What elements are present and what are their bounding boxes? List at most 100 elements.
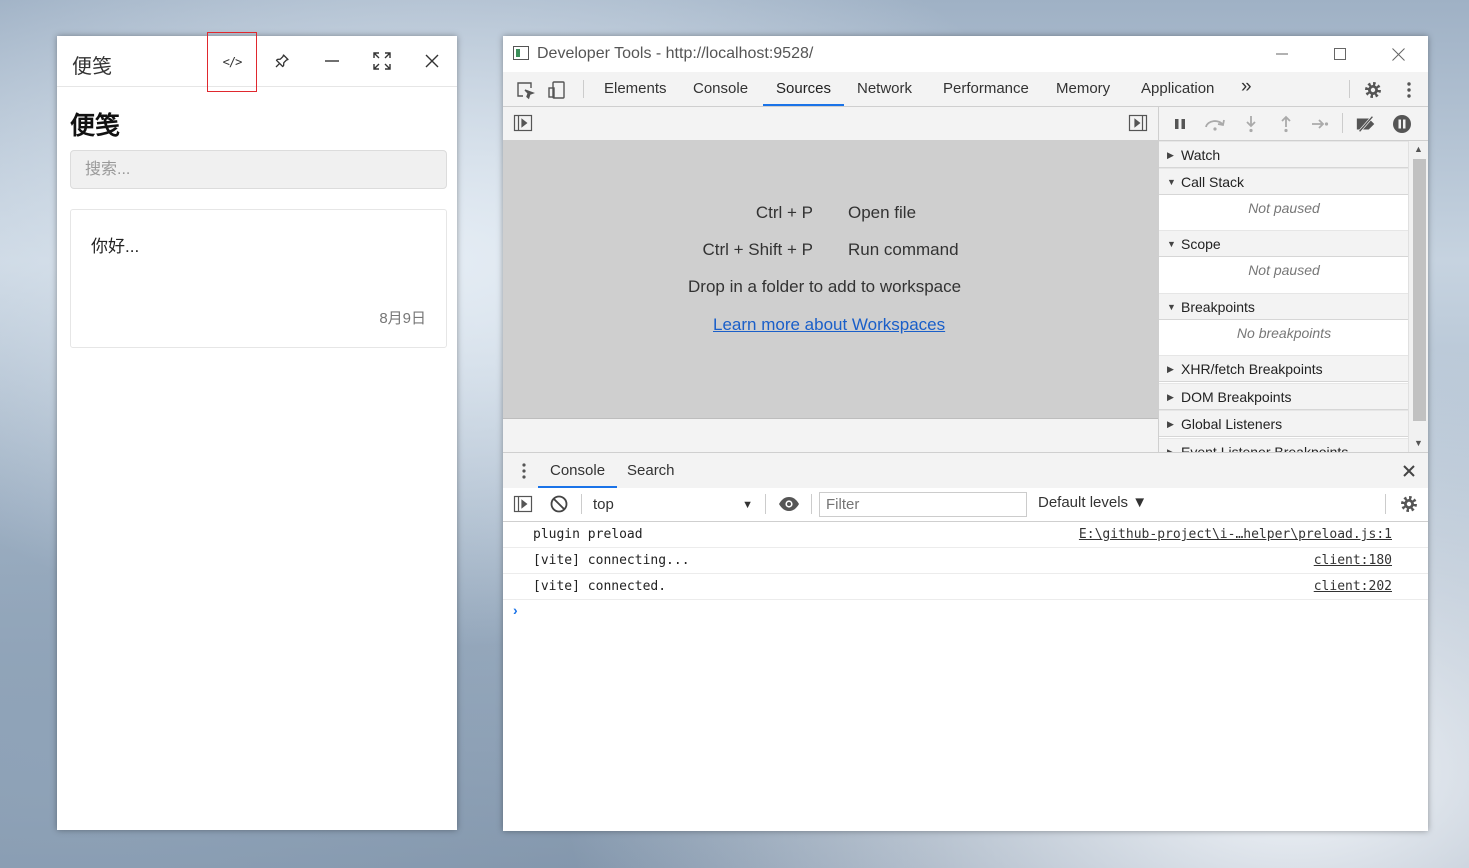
live-expression-eye-icon[interactable]	[778, 494, 799, 514]
step-icon[interactable]	[1309, 113, 1331, 135]
context-select[interactable]: top ▼	[593, 493, 753, 517]
devtools-window-title: Developer Tools - http://localhost:9528/	[537, 45, 814, 62]
toolbar-divider	[1349, 80, 1350, 98]
section-label: Watch	[1181, 147, 1221, 163]
xhr-breakpoints-section-header[interactable]: ▶ XHR/fetch Breakpoints	[1159, 355, 1409, 382]
fullscreen-button[interactable]	[357, 36, 407, 86]
window-minimize-button[interactable]	[1253, 36, 1311, 72]
note-card[interactable]: 你好... 8月9日	[70, 209, 447, 348]
pin-icon	[274, 53, 290, 69]
console-prompt-icon[interactable]: ›	[513, 602, 518, 618]
console-message: [vite] connecting... client:180	[503, 548, 1428, 574]
log-levels-dropdown[interactable]: Default levels ▼	[1038, 494, 1147, 511]
section-label: Call Stack	[1181, 174, 1245, 190]
console-settings-gear-icon[interactable]	[1399, 494, 1419, 514]
tab-memory[interactable]: Memory	[1056, 72, 1110, 106]
code-icon: </>	[222, 55, 243, 69]
drawer-tab-search[interactable]: Search	[627, 453, 675, 488]
console-filter-input[interactable]	[819, 492, 1027, 517]
pause-icon[interactable]	[1169, 113, 1191, 135]
learn-workspaces-link[interactable]: Learn more about Workspaces	[713, 315, 945, 335]
tab-network[interactable]: Network	[857, 72, 912, 106]
notes-window: 便笺 </> 便笺 你好... 8月9日	[57, 32, 457, 830]
deactivate-breakpoints-icon[interactable]	[1355, 113, 1377, 135]
step-into-icon[interactable]	[1240, 113, 1262, 135]
minimize-button[interactable]	[307, 36, 357, 86]
close-icon	[1391, 47, 1405, 61]
tab-console[interactable]: Console	[693, 72, 748, 106]
pin-button[interactable]	[257, 36, 307, 86]
close-button[interactable]	[407, 36, 457, 86]
close-drawer-icon[interactable]	[1399, 461, 1419, 481]
devtools-toggle-button[interactable]: </>	[207, 32, 257, 92]
log-source-link[interactable]: client:202	[1314, 579, 1392, 594]
scope-status: Not paused	[1248, 262, 1320, 278]
drawer-tabbar: Console Search	[503, 452, 1428, 489]
shortcut-keys: Ctrl + P	[755, 203, 813, 222]
scope-section-header[interactable]: ▼ Scope	[1159, 230, 1409, 257]
clear-console-icon[interactable]	[549, 494, 569, 514]
section-label: Event Listener Breakpoints	[1181, 444, 1349, 452]
debugger-toolbar	[1158, 107, 1428, 141]
window-close-button[interactable]	[1369, 36, 1427, 72]
show-console-sidebar-icon[interactable]	[513, 494, 533, 514]
toolbar-divider	[1385, 494, 1386, 514]
breakpoints-section-header[interactable]: ▼ Breakpoints	[1159, 293, 1409, 320]
section-label: Global Listeners	[1181, 416, 1283, 432]
device-toolbar-icon[interactable]	[547, 80, 567, 100]
pause-on-exceptions-icon[interactable]	[1391, 113, 1413, 135]
dom-breakpoints-section-header[interactable]: ▶ DOM Breakpoints	[1159, 383, 1409, 410]
scroll-up-arrow-icon[interactable]: ▲	[1414, 144, 1423, 154]
expand-triangle-icon: ▶	[1167, 419, 1174, 429]
sources-toolbar	[503, 107, 1158, 141]
watch-section-header[interactable]: ▶ Watch	[1159, 141, 1409, 168]
chevron-down-icon: ▼	[742, 499, 753, 511]
console-message: [vite] connected. client:202	[503, 574, 1428, 600]
section-label: Scope	[1181, 236, 1221, 252]
devtools-titlebar: Developer Tools - http://localhost:9528/	[503, 36, 1428, 72]
step-over-icon[interactable]	[1204, 113, 1226, 135]
expand-triangle-icon: ▶	[1167, 447, 1174, 452]
event-listener-breakpoints-section-header[interactable]: ▶ Event Listener Breakpoints	[1159, 438, 1409, 452]
tab-sources[interactable]: Sources	[762, 72, 845, 106]
settings-gear-icon[interactable]	[1363, 80, 1383, 100]
tab-application[interactable]: Application	[1141, 72, 1214, 106]
shortcut-keys: Ctrl + Shift + P	[702, 240, 813, 259]
devtools-window: Developer Tools - http://localhost:9528/…	[503, 36, 1428, 831]
maximize-icon	[1334, 48, 1346, 60]
inspect-element-icon[interactable]	[515, 80, 535, 100]
tab-performance[interactable]: Performance	[943, 72, 1029, 106]
log-source-link[interactable]: client:180	[1314, 553, 1392, 568]
drawer-tab-console[interactable]: Console	[537, 453, 618, 488]
log-source-link[interactable]: E:\github-project\i-…helper\preload.js:1	[1079, 527, 1392, 542]
log-text: plugin preload	[533, 527, 643, 542]
notes-titlebar: 便笺 </>	[57, 32, 457, 92]
show-debugger-icon[interactable]	[1128, 113, 1148, 133]
console-toolbar: top ▼ Default levels ▼	[503, 488, 1428, 522]
devtools-tabbar: Elements Console Sources Network Perform…	[503, 72, 1428, 107]
call-stack-section-header[interactable]: ▼ Call Stack	[1159, 168, 1409, 195]
note-text: 你好...	[91, 237, 140, 256]
call-stack-status: Not paused	[1248, 200, 1320, 216]
shortcut-action: Run command	[848, 240, 959, 259]
fullscreen-icon	[373, 52, 391, 70]
more-tabs-button[interactable]: »	[1241, 70, 1252, 104]
shortcut-action: Open file	[848, 203, 917, 222]
notes-window-title: 便笺	[72, 56, 112, 78]
scrollbar-thumb[interactable]	[1413, 159, 1426, 421]
console-message: plugin preload E:\github-project\i-…help…	[503, 522, 1428, 548]
debugger-sidebar: ▶ Watch ▼ Call Stack Not paused ▼ Scope …	[1158, 141, 1409, 452]
toolbar-divider	[583, 80, 584, 98]
drawer-menu-icon[interactable]	[514, 461, 534, 481]
show-navigator-icon[interactable]	[513, 113, 533, 133]
console-messages: plugin preload E:\github-project\i-…help…	[503, 522, 1428, 618]
more-options-icon[interactable]	[1399, 80, 1419, 100]
window-maximize-button[interactable]	[1311, 36, 1369, 72]
tab-elements[interactable]: Elements	[604, 72, 667, 106]
step-out-icon[interactable]	[1275, 113, 1297, 135]
scroll-down-arrow-icon[interactable]: ▼	[1414, 438, 1423, 448]
search-input[interactable]	[70, 150, 447, 189]
global-listeners-section-header[interactable]: ▶ Global Listeners	[1159, 410, 1409, 437]
close-icon	[424, 53, 440, 69]
sidebar-scrollbar[interactable]: ▲ ▼	[1408, 141, 1428, 452]
